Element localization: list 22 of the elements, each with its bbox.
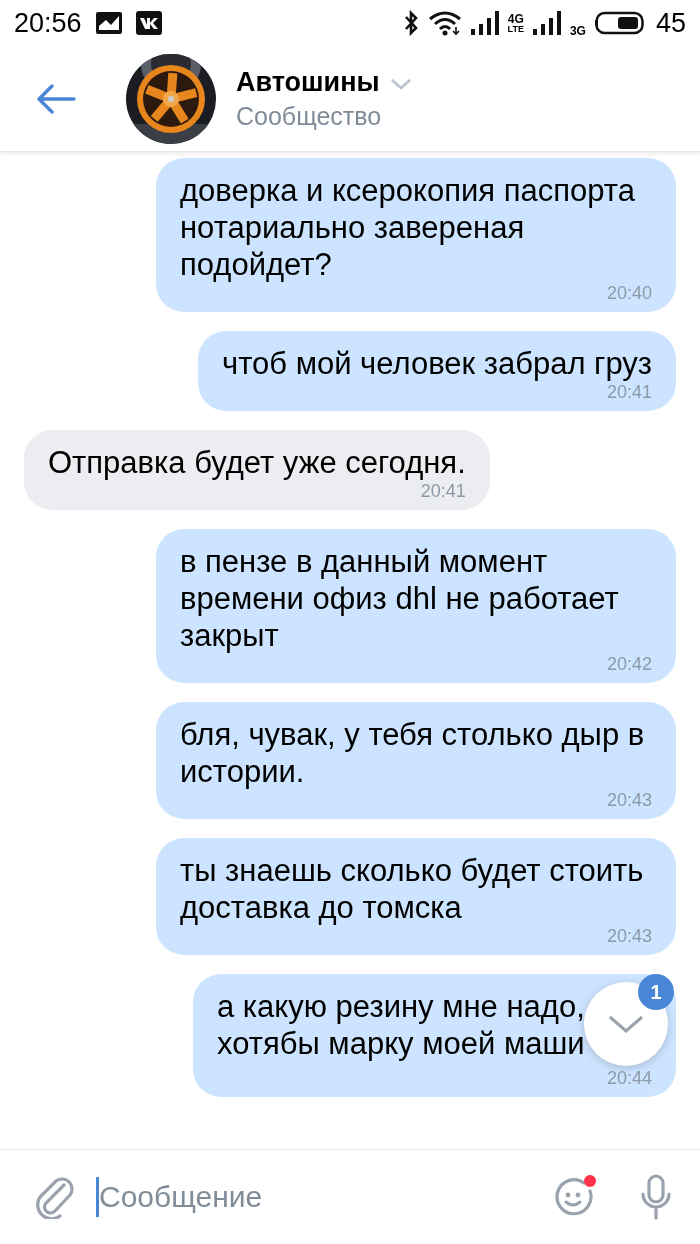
clock: 20:56	[14, 7, 82, 39]
message-text: Отправка будет уже сегодня.	[48, 444, 466, 481]
message-text: чтоб мой человек забрал груз	[222, 345, 652, 382]
message-time: 20:43	[605, 790, 652, 811]
message-text: а какую резину мне надо, хотябы марку моей маши	[217, 988, 586, 1062]
network-type-label: 3G	[569, 24, 586, 37]
chat-subtitle: Сообщество	[236, 101, 383, 131]
chat-title[interactable]: Автошины	[236, 66, 380, 98]
message-text: ты знаешь сколько будет стоить доставка до томска	[180, 852, 645, 926]
message-time: 20:41	[419, 481, 466, 502]
network-type-label: LTE	[507, 24, 524, 34]
message-time: 20:42	[605, 654, 652, 675]
network-type-label: 4G	[507, 12, 524, 25]
message-text: доверка и ксерокопия паспорта нотариально завереная подойдет?	[180, 172, 636, 283]
message-text: в пензе в данный момент времени офиз dhl не работает закрыт	[180, 543, 620, 654]
message-time: 20:43	[605, 926, 652, 947]
message-time: 20:41	[605, 382, 652, 403]
battery-level: 45	[655, 7, 686, 39]
message-text: бля, чувак, у тебя столько дыр в истории.	[180, 716, 646, 790]
message-time: 20:44	[605, 1068, 652, 1089]
message-time: 20:40	[605, 283, 652, 304]
message-input-field[interactable]: Сообщение	[99, 1180, 534, 1214]
